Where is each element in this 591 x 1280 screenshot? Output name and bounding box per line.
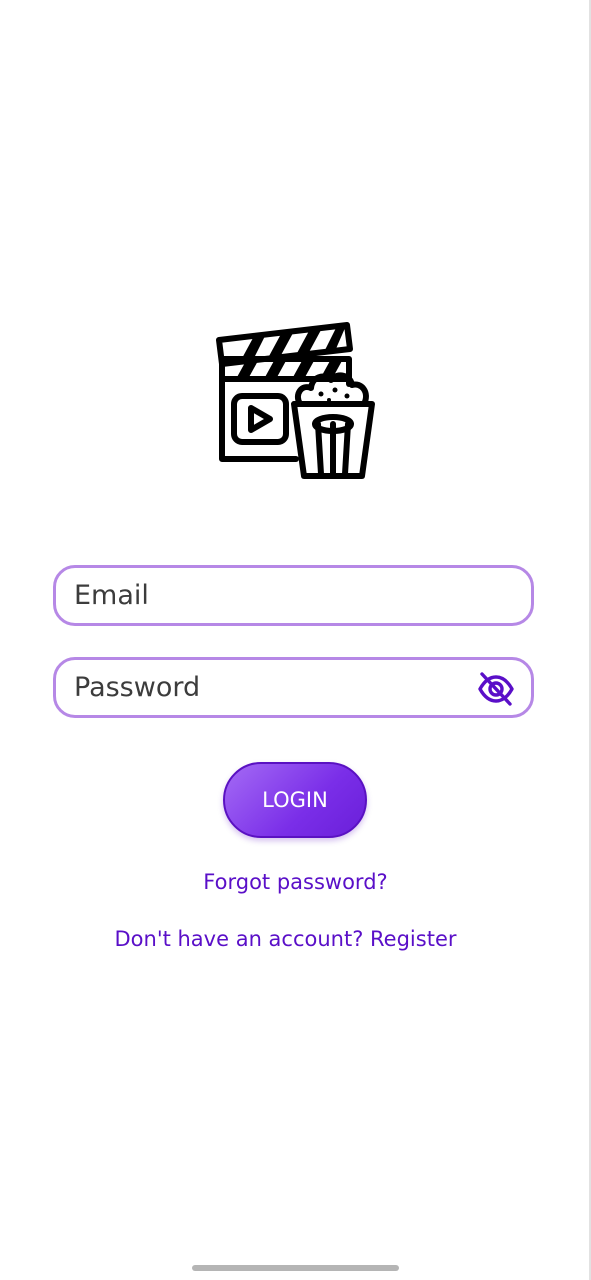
forgot-password-link[interactable]: Forgot password? (0, 870, 591, 894)
eye-off-icon (478, 672, 514, 706)
password-field[interactable] (53, 657, 534, 718)
register-link[interactable]: Don't have an account? Register (0, 927, 581, 951)
password-input[interactable] (56, 660, 531, 715)
login-button-label: LOGIN (262, 788, 328, 812)
password-visibility-toggle[interactable] (477, 671, 515, 707)
home-indicator[interactable] (192, 1265, 399, 1271)
email-field[interactable] (53, 565, 534, 626)
clapperboard-popcorn-icon (216, 322, 375, 479)
login-screen: LOGIN Forgot password? Don't have an acc… (0, 0, 591, 1280)
login-button[interactable]: LOGIN (223, 762, 367, 838)
email-input[interactable] (56, 568, 531, 623)
app-logo (214, 320, 378, 482)
